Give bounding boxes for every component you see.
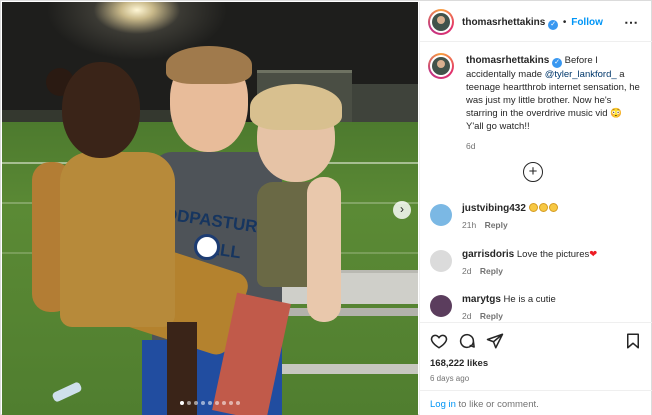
heart-icon[interactable] bbox=[430, 332, 448, 350]
mention-link[interactable]: @tyler_lankford_ bbox=[545, 69, 617, 80]
comment-avatar[interactable] bbox=[430, 295, 452, 317]
verified-icon: ✓ bbox=[548, 20, 559, 30]
carousel-dots bbox=[180, 401, 240, 407]
reply-button[interactable]: Reply bbox=[480, 266, 503, 276]
author-avatar[interactable] bbox=[428, 9, 454, 35]
carousel-dot bbox=[180, 401, 184, 405]
bookmark-icon[interactable] bbox=[624, 332, 642, 350]
caption-time: 6d bbox=[466, 141, 476, 151]
comment-time: 2d bbox=[462, 266, 472, 276]
verified-icon: ✓ bbox=[552, 58, 562, 68]
comment-time: 21h bbox=[462, 220, 477, 230]
child-figure-left bbox=[60, 152, 175, 327]
smile-emoji-icon bbox=[528, 203, 559, 214]
carousel-dot bbox=[222, 401, 226, 405]
carousel-dot bbox=[194, 401, 198, 405]
caption: thomasrhettakins ✓ Before I accidentally… bbox=[466, 54, 642, 153]
carousel-dot bbox=[208, 401, 212, 405]
heart-emoji-icon: ❤ bbox=[589, 249, 598, 260]
post-header: thomasrhettakins ✓ • Follow ⋯ bbox=[420, 2, 652, 42]
paw-logo bbox=[194, 234, 220, 260]
post-side-panel: thomasrhettakins ✓ • Follow ⋯ thomasrhet… bbox=[419, 2, 652, 415]
author-username[interactable]: thomasrhettakins bbox=[462, 17, 545, 28]
post-age: 6 days ago bbox=[430, 374, 470, 383]
comment-icon[interactable] bbox=[458, 332, 476, 350]
comment-username[interactable]: marytgs bbox=[462, 294, 501, 305]
action-bar bbox=[420, 322, 652, 352]
reply-button[interactable]: Reply bbox=[485, 220, 508, 230]
comment-item: justvibing432 21h Reply bbox=[430, 202, 645, 236]
next-arrow-icon[interactable]: › bbox=[393, 201, 411, 219]
carousel-dot bbox=[236, 401, 240, 405]
post-frame: ODPASTURI BALL › thomasrhettakins ✓ bbox=[0, 0, 652, 415]
login-footer: Log in to like or comment. bbox=[420, 390, 652, 415]
comment-username[interactable]: justvibing432 bbox=[462, 203, 526, 214]
comment-avatar[interactable] bbox=[430, 204, 452, 226]
like-count[interactable]: 168,222 likes bbox=[430, 358, 488, 369]
comment-item: garrisdoris Love the pictures❤ 2d Reply bbox=[430, 248, 645, 282]
caption-avatar[interactable] bbox=[428, 53, 454, 79]
add-comments-icon[interactable]: + bbox=[523, 162, 543, 182]
comment-username[interactable]: garrisdoris bbox=[462, 249, 514, 260]
face-emoji-icon: 😳 bbox=[610, 108, 622, 119]
carousel-dot bbox=[201, 401, 205, 405]
comment-avatar[interactable] bbox=[430, 250, 452, 272]
follow-button[interactable]: Follow bbox=[571, 17, 603, 28]
carousel-dot bbox=[215, 401, 219, 405]
share-icon[interactable] bbox=[486, 332, 504, 350]
comment-time: 2d bbox=[462, 311, 472, 321]
post-photo[interactable]: ODPASTURI BALL › bbox=[2, 2, 418, 415]
carousel-dot bbox=[229, 401, 233, 405]
caption-username[interactable]: thomasrhettakins bbox=[466, 55, 549, 66]
more-icon[interactable]: ⋯ bbox=[624, 14, 638, 31]
reply-button[interactable]: Reply bbox=[480, 311, 503, 321]
login-link[interactable]: Log in bbox=[430, 399, 456, 410]
carousel-dot bbox=[187, 401, 191, 405]
